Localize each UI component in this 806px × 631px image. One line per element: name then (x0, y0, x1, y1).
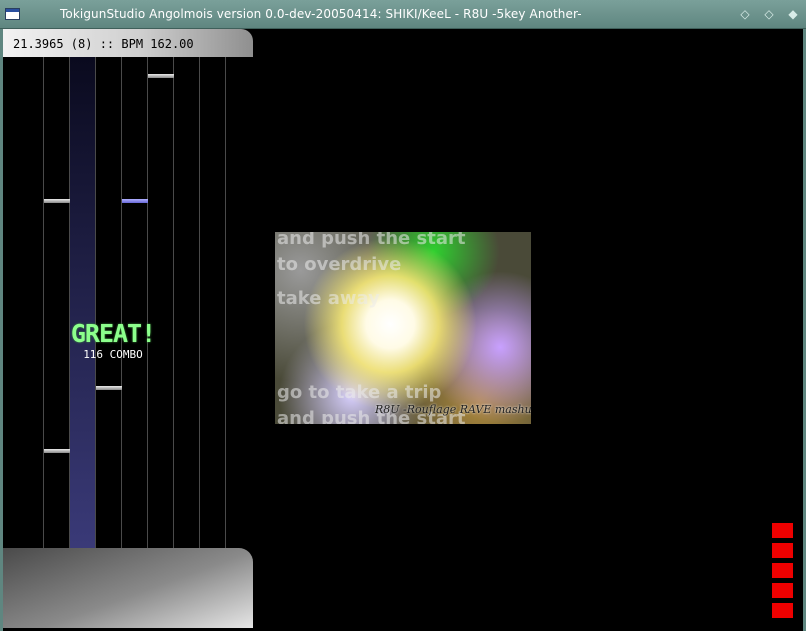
gauge-cell (772, 543, 793, 558)
gauge-cell (772, 563, 793, 578)
lane-divider (69, 57, 70, 548)
window-title: TokigunStudio Angolmois version 0.0-dev-… (60, 7, 582, 21)
bga-lyric: to overdrive (277, 254, 402, 275)
lane-divider (121, 57, 122, 548)
bga-lyric: go to take a trip (277, 382, 442, 403)
title-bar[interactable]: TokigunStudio Angolmois version 0.0-dev-… (0, 0, 806, 29)
maximize-button[interactable]: ◇ (762, 7, 776, 21)
close-button[interactable]: ◆ (786, 7, 800, 21)
status-text: 21.3965 (8) :: BPM 162.00 (13, 37, 194, 51)
bga-caption: R8U -Rouflage RAVE mashup's- (375, 403, 531, 416)
lane-divider (147, 57, 148, 548)
lane-divider (95, 57, 96, 548)
gauge-cell (772, 603, 793, 618)
note (122, 199, 148, 203)
gauge-cell (772, 583, 793, 598)
lane-highlight (69, 57, 95, 548)
lane-divider (225, 57, 226, 548)
minimize-button[interactable]: ◇ (738, 7, 752, 21)
lane-divider (43, 57, 44, 548)
lane-divider (173, 57, 174, 548)
note (44, 199, 70, 203)
playfield: GREAT! 116 COMBO (3, 57, 253, 548)
window-icon[interactable] (5, 8, 20, 20)
bga-lyric: and push the start (277, 232, 466, 249)
note (148, 74, 174, 78)
bga-lyric: take away (277, 288, 380, 309)
status-panel: 21.3965 (8) :: BPM 162.00 (3, 29, 253, 57)
judgement-text: GREAT! (70, 319, 156, 348)
combo-counter: 116 COMBO (83, 348, 143, 361)
note (96, 386, 122, 390)
background-animation: and push the start to overdrive take awa… (275, 232, 531, 424)
bottom-panel (3, 548, 253, 628)
note (44, 449, 70, 453)
gauge-cell (772, 523, 793, 538)
lane-divider (199, 57, 200, 548)
